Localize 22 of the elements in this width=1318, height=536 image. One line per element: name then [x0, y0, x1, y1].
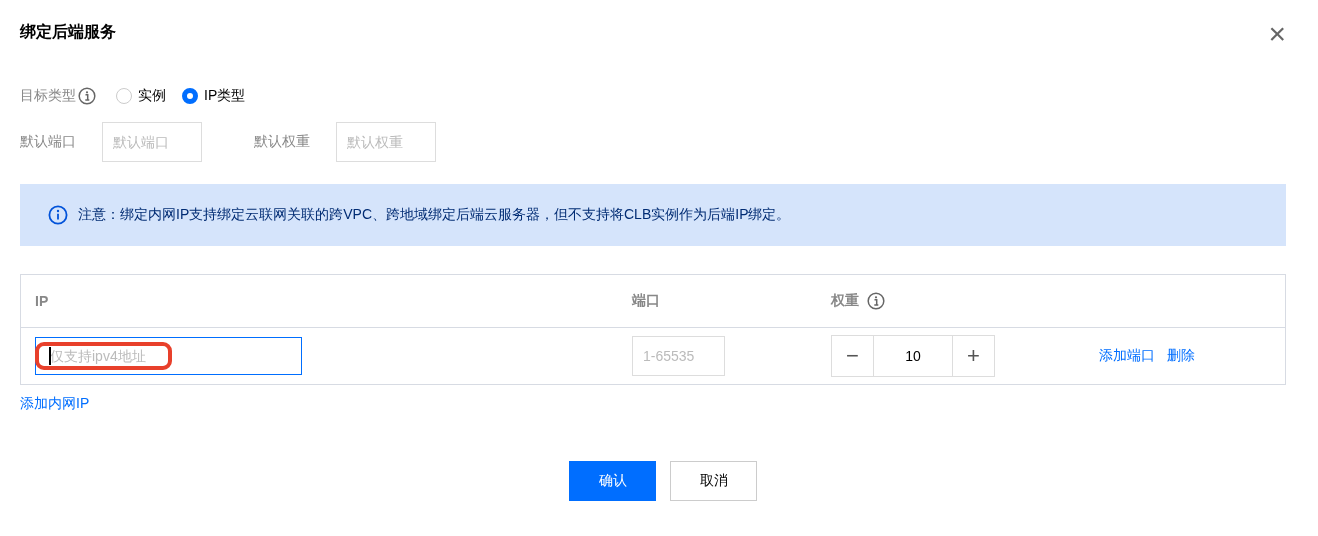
radio-option[interactable]: 实例 — [116, 87, 166, 105]
action-link[interactable]: 添加端口 — [1099, 347, 1155, 365]
info-icon — [867, 292, 885, 310]
close-button[interactable]: × — [1268, 22, 1286, 46]
dialog-button[interactable]: 确认 — [569, 461, 656, 501]
add-ip-link[interactable]: 添加内网IP — [20, 395, 90, 413]
radio-option[interactable]: IP类型 — [182, 87, 246, 105]
port-input-field[interactable]: 1-65535 — [632, 336, 725, 376]
dialog-button[interactable]: 取消 — [670, 461, 757, 501]
field-label: 默认权重 — [254, 133, 310, 151]
field-label: 目标类型 — [20, 87, 76, 105]
input-field[interactable]: 默认权重 — [336, 122, 436, 162]
field-label: 默认端口 — [20, 133, 76, 151]
column-header: IP — [35, 293, 49, 309]
action-link[interactable]: 删除 — [1167, 347, 1195, 365]
info-icon — [78, 87, 96, 105]
text-cursor — [49, 347, 51, 365]
dialog-title: 绑定后端服务 — [20, 21, 116, 42]
column-header: 端口 — [632, 292, 660, 310]
column-header: 权重 — [831, 292, 859, 310]
notice-text: 注意：绑定内网IP支持绑定云联网关联的跨VPC、跨地域绑定后端云服务器，但不支持将CLB实例作为后端IP绑定。 — [78, 206, 791, 224]
info-icon — [48, 205, 68, 225]
